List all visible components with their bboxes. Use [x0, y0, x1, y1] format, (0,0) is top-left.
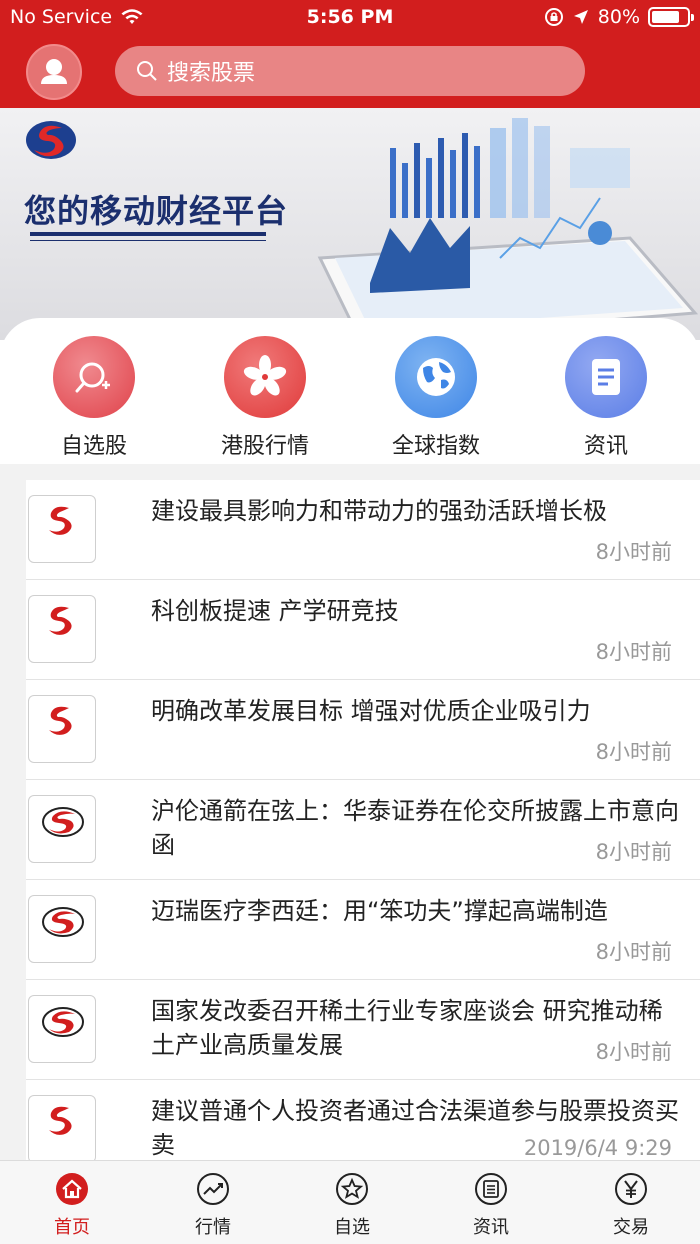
promo-banner[interactable]: 您的移动财经平台 [0, 108, 700, 340]
avatar-button[interactable] [26, 44, 82, 100]
tab-market[interactable]: 行情 [163, 1171, 263, 1239]
tablet-chart-illustration [317, 118, 699, 340]
battery-icon [648, 7, 694, 27]
news-item[interactable]: 明确改革发展目标 增强对优质企业吸引力 8小时前 [26, 680, 700, 780]
star-icon [336, 1173, 368, 1205]
chart-icon [197, 1173, 229, 1205]
search-input[interactable]: 搜索股票 [115, 46, 585, 96]
banner-title: 您的移动财经平台 [24, 192, 289, 230]
status-bar: No Service 5:56 PM 80% [0, 0, 700, 36]
news-time: 8小时前 [595, 640, 672, 664]
tab-news[interactable]: 资讯 [441, 1171, 541, 1239]
news-icon [475, 1173, 507, 1205]
battery-fill [652, 11, 680, 23]
location-icon [573, 10, 588, 24]
banner-underline [30, 232, 266, 236]
quick-actions: 自选股 港股行情 全球指数 资讯 [0, 318, 700, 464]
news-title: 建设最具影响力和带动力的强劲活跃增长极 [151, 497, 607, 525]
news-time: 2019/6/4 9:29 [523, 1136, 672, 1160]
quick-action-hk-market-circle [224, 336, 306, 418]
news-title: 科创板提速 产学研竞技 [151, 597, 399, 625]
quick-action-news[interactable]: 资讯 [536, 336, 676, 460]
news-source-logo [28, 995, 96, 1063]
news-time: 8小时前 [595, 840, 672, 864]
tab-label: 资讯 [473, 1217, 509, 1238]
quick-action-label: 港股行情 [220, 434, 309, 459]
list-gutter [0, 480, 26, 1160]
news-time: 8小时前 [595, 1040, 672, 1064]
section-divider [0, 464, 700, 480]
news-source-logo [28, 1095, 96, 1160]
news-source-logo [28, 795, 96, 863]
battery-nub [691, 14, 694, 21]
tab-label: 行情 [195, 1217, 231, 1238]
quick-action-hk-market[interactable]: 港股行情 [195, 336, 335, 460]
bottom-tab-bar: 首页 行情 自选 资讯 交易 [0, 1160, 700, 1244]
news-time: 8小时前 [595, 940, 672, 964]
brand-logo [26, 121, 76, 159]
tab-home[interactable]: 首页 [22, 1171, 122, 1239]
search-icon [137, 61, 157, 81]
quick-action-watchlist-circle [53, 336, 135, 418]
news-item[interactable]: 迈瑞医疗李西廷：用“笨功夫”撑起高端制造 8小时前 [26, 880, 700, 980]
news-item[interactable]: 国家发改委召开稀土行业专家座谈会 研究推动稀土产业高质量发展 8小时前 [26, 980, 700, 1080]
bauhinia-icon [243, 355, 287, 396]
battery-percent: 80% [597, 6, 640, 28]
globe-icon [417, 358, 455, 396]
news-title: 明确改革发展目标 增强对优质企业吸引力 [151, 697, 591, 725]
news-item[interactable]: 科创板提速 产学研竞技 8小时前 [26, 580, 700, 680]
tab-watchlist[interactable]: 自选 [302, 1171, 402, 1239]
user-icon [41, 59, 67, 84]
news-source-logo [28, 495, 96, 563]
news-list: 建设最具影响力和带动力的强劲活跃增长极 8小时前 科创板提速 产学研竞技 8小时前 明确… [26, 480, 700, 1160]
news-item[interactable]: 沪伦通箭在弦上：华泰证券在伦交所披露上市意向函 8小时前 [26, 780, 700, 880]
tab-trade[interactable]: 交易 [581, 1171, 681, 1239]
news-source-logo [28, 595, 96, 663]
news-title: 迈瑞医疗李西廷：用“笨功夫”撑起高端制造 [151, 897, 608, 925]
quick-action-global-index-circle [395, 336, 477, 418]
search-placeholder: 搜索股票 [167, 61, 256, 86]
top-header: No Service 5:56 PM 80% 搜索股票 [0, 0, 700, 108]
tab-label: 交易 [613, 1217, 649, 1238]
quick-action-watchlist[interactable]: 自选股 [24, 336, 164, 460]
quick-action-label: 全球指数 [391, 434, 480, 459]
tab-label: 自选 [334, 1217, 370, 1238]
home-icon [56, 1173, 88, 1205]
news-item[interactable]: 建设最具影响力和带动力的强劲活跃增长极 8小时前 [26, 480, 700, 580]
rotation-lock-icon [544, 8, 563, 26]
quick-action-label: 资讯 [583, 434, 628, 459]
status-right: 80% [544, 6, 694, 28]
search-add-icon [75, 362, 110, 393]
document-icon [592, 359, 620, 395]
news-time: 8小时前 [595, 540, 672, 564]
tab-label: 首页 [54, 1217, 90, 1238]
news-time: 8小时前 [595, 740, 672, 764]
news-source-logo [28, 895, 96, 963]
quick-action-news-circle [565, 336, 647, 418]
quick-action-global-index[interactable]: 全球指数 [366, 336, 506, 460]
quick-action-label: 自选股 [60, 434, 127, 459]
news-item[interactable]: 建议普通个人投资者通过合法渠道参与股票投资买卖 2019/6/4 9:29 [26, 1080, 700, 1160]
banner-underline-thin [30, 240, 266, 241]
news-source-logo [28, 695, 96, 763]
yen-icon [615, 1173, 647, 1205]
